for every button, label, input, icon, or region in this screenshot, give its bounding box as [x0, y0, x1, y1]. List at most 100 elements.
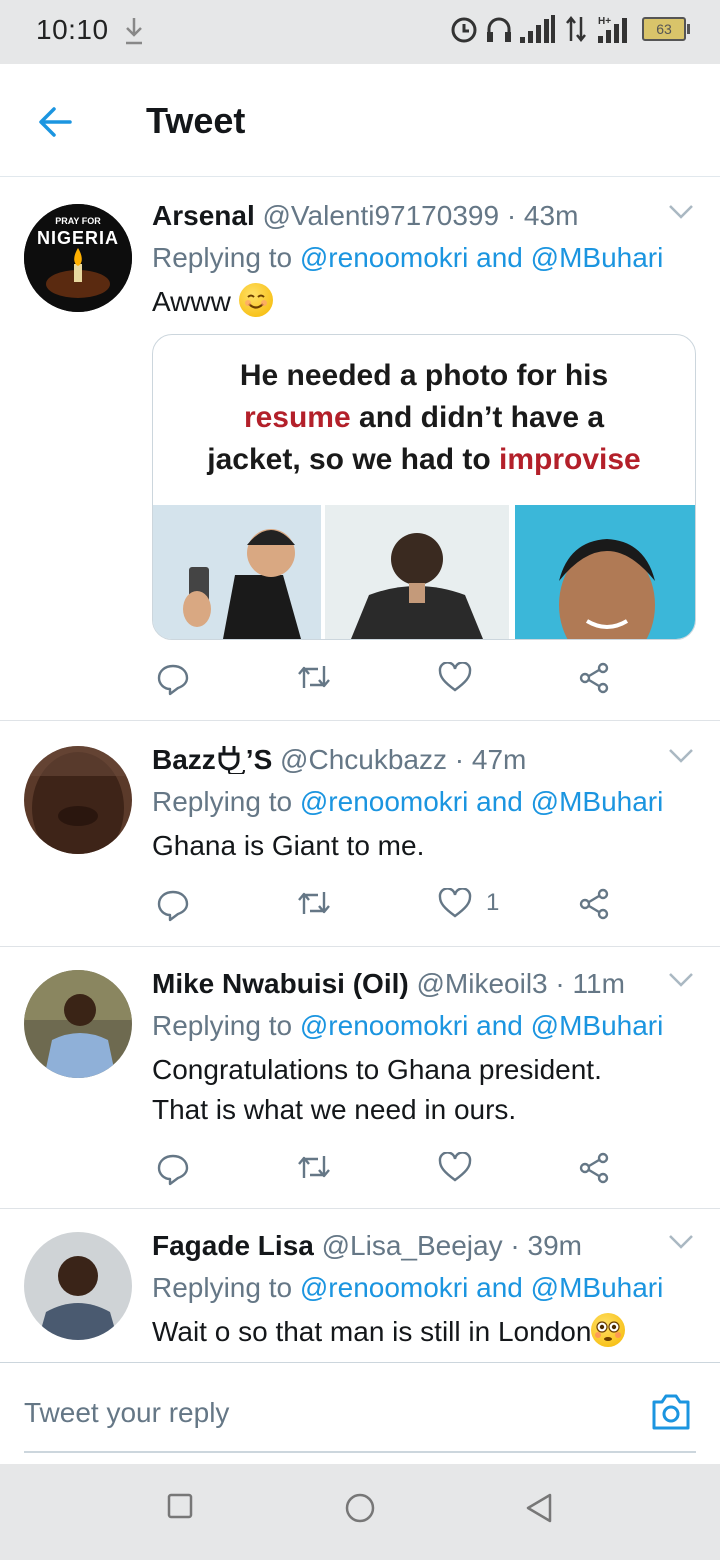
display-name-text: Bazz	[152, 744, 216, 775]
mention-link[interactable]: @renoomokri	[300, 1010, 468, 1041]
tweet-actions	[152, 662, 622, 702]
replying-to: Replying to @renoomokri and @MBuhari	[152, 1008, 694, 1044]
share-button[interactable]	[578, 888, 610, 920]
chevron-down-icon[interactable]	[668, 204, 694, 225]
reply-input[interactable]: Tweet your reply	[24, 1397, 229, 1429]
retweet-button[interactable]	[296, 888, 332, 918]
system-nav-bar	[0, 1464, 720, 1560]
alarm-icon	[451, 17, 477, 43]
hplus-signal-icon: H+	[598, 16, 627, 43]
tweet-text: Wait o so that man is still in London	[152, 1312, 694, 1352]
data-arrows-icon	[566, 15, 586, 43]
share-button[interactable]	[578, 1152, 610, 1184]
tweet-text: Congratulations to Ghana president. That…	[152, 1050, 694, 1130]
svg-text:H+: H+	[598, 16, 611, 27]
chevron-down-icon[interactable]	[668, 748, 694, 769]
avatar-text-top: PRAY FOR	[55, 216, 101, 226]
heart-icon	[438, 1152, 472, 1182]
share-icon	[579, 888, 609, 920]
and-word: and	[476, 1272, 523, 1303]
tweet-item[interactable]: PRAY FOR NIGERIA Arsenal @Valenti9717039…	[0, 178, 720, 721]
replying-to: Replying to @renoomokri and @MBuhari	[152, 240, 694, 276]
meme-word-red: resume	[243, 401, 351, 434]
avatar[interactable]	[24, 970, 132, 1078]
handle[interactable]: @Valenti97170399	[263, 200, 500, 231]
mention-link[interactable]: @MBuhari	[531, 1010, 664, 1041]
reply-button[interactable]	[156, 662, 190, 696]
mention-link[interactable]: @renoomokri	[300, 786, 468, 817]
page-title: Tweet	[146, 100, 246, 141]
share-icon	[579, 662, 609, 694]
meme-line-2: resume and didn’t have a	[153, 397, 695, 439]
mention-link[interactable]: @MBuhari	[531, 242, 664, 273]
status-time: 10:10	[36, 14, 109, 45]
handle[interactable]: @Chcukbazz	[280, 744, 447, 775]
flushed-emoji-icon	[591, 1313, 626, 1347]
avatar[interactable]: PRAY FOR NIGERIA	[24, 204, 132, 312]
replying-to: Replying to @renoomokri and @MBuhari	[152, 1270, 694, 1306]
photo-panel	[325, 505, 509, 639]
handle[interactable]: @Lisa_Beejay	[322, 1230, 503, 1261]
reply-icon	[157, 1154, 189, 1186]
display-name[interactable]: Bazz ’S	[152, 744, 272, 775]
smiling-emoji-icon	[238, 283, 273, 317]
avatar[interactable]	[24, 1232, 132, 1340]
status-icons: H+ 63	[450, 14, 690, 44]
back-button[interactable]	[524, 1492, 554, 1529]
avatar[interactable]	[24, 746, 132, 854]
like-button[interactable]	[438, 662, 486, 692]
tweet-item[interactable]: Bazz ’S @Chcukbazz · 47m Replying to @ren…	[0, 720, 720, 947]
retweet-icon	[298, 892, 330, 914]
heart-icon	[438, 888, 472, 918]
headphones-icon	[487, 17, 511, 42]
like-button[interactable]: 1	[438, 888, 499, 918]
tweet-content: Bazz ’S @Chcukbazz · 47m Replying to @ren…	[152, 742, 694, 866]
avatar-text-main: NIGERIA	[36, 228, 119, 248]
meme-word-red: improvise	[499, 443, 641, 476]
mention-link[interactable]: @MBuhari	[531, 786, 664, 817]
reply-button[interactable]	[156, 1152, 190, 1186]
tweet-item[interactable]: Fagade Lisa @Lisa_Beejay · 39m Replying …	[0, 1208, 720, 1362]
mention-link[interactable]: @renoomokri	[300, 1272, 468, 1303]
share-button[interactable]	[578, 662, 610, 694]
home-button[interactable]	[344, 1492, 376, 1529]
tweet-header: Arsenal @Valenti97170399 · 43m	[152, 198, 694, 234]
reply-button[interactable]	[156, 888, 190, 922]
tweet-header: Bazz ’S @Chcukbazz · 47m	[152, 742, 694, 778]
display-name[interactable]: Mike Nwabuisi (Oil)	[152, 968, 409, 999]
like-count: 1	[486, 889, 500, 916]
tweet-text-content: Wait o so that man is still in London	[152, 1316, 592, 1347]
and-word: and	[476, 1010, 523, 1041]
retweet-icon	[298, 1156, 330, 1178]
camera-icon[interactable]	[650, 1393, 692, 1436]
tweet-header: Mike Nwabuisi (Oil) @Mikeoil3 · 11m	[152, 966, 694, 1002]
tweet-item[interactable]: Mike Nwabuisi (Oil) @Mikeoil3 · 11m Repl…	[0, 946, 720, 1209]
reply-underline	[24, 1451, 696, 1453]
retweet-button[interactable]	[296, 662, 332, 692]
tweet-content: Mike Nwabuisi (Oil) @Mikeoil3 · 11m Repl…	[152, 966, 694, 1130]
like-button[interactable]	[438, 1152, 486, 1182]
chevron-down-icon[interactable]	[668, 1234, 694, 1255]
recents-button[interactable]	[166, 1492, 194, 1525]
replying-to: Replying to @renoomokri and @MBuhari	[152, 784, 694, 820]
retweet-button[interactable]	[296, 1152, 332, 1182]
battery-icon: 63	[642, 17, 690, 41]
tweet-actions: 1	[152, 888, 622, 928]
mention-link[interactable]: @renoomokri	[300, 242, 468, 273]
tweet-text-line: That is what we need in ours.	[152, 1094, 517, 1125]
reply-icon	[157, 890, 189, 922]
tweet-text-line: Congratulations to Ghana president.	[152, 1054, 602, 1085]
replying-prefix: Replying to	[152, 1272, 293, 1303]
chevron-down-icon[interactable]	[668, 972, 694, 993]
mention-link[interactable]: @MBuhari	[531, 1272, 664, 1303]
display-name[interactable]: Fagade Lisa	[152, 1230, 314, 1261]
tweet-actions	[152, 1152, 622, 1192]
media-image[interactable]: He needed a photo for his resume and did…	[152, 334, 696, 640]
plug-emoji-icon	[218, 746, 245, 775]
handle[interactable]: @Mikeoil3	[416, 968, 547, 999]
replies-feed[interactable]: PRAY FOR NIGERIA Arsenal @Valenti9717039…	[0, 178, 720, 1362]
tweet-header: Fagade Lisa @Lisa_Beejay · 39m	[152, 1228, 694, 1264]
retweet-icon	[298, 666, 330, 688]
back-arrow-icon[interactable]	[36, 102, 76, 147]
display-name[interactable]: Arsenal	[152, 200, 255, 231]
